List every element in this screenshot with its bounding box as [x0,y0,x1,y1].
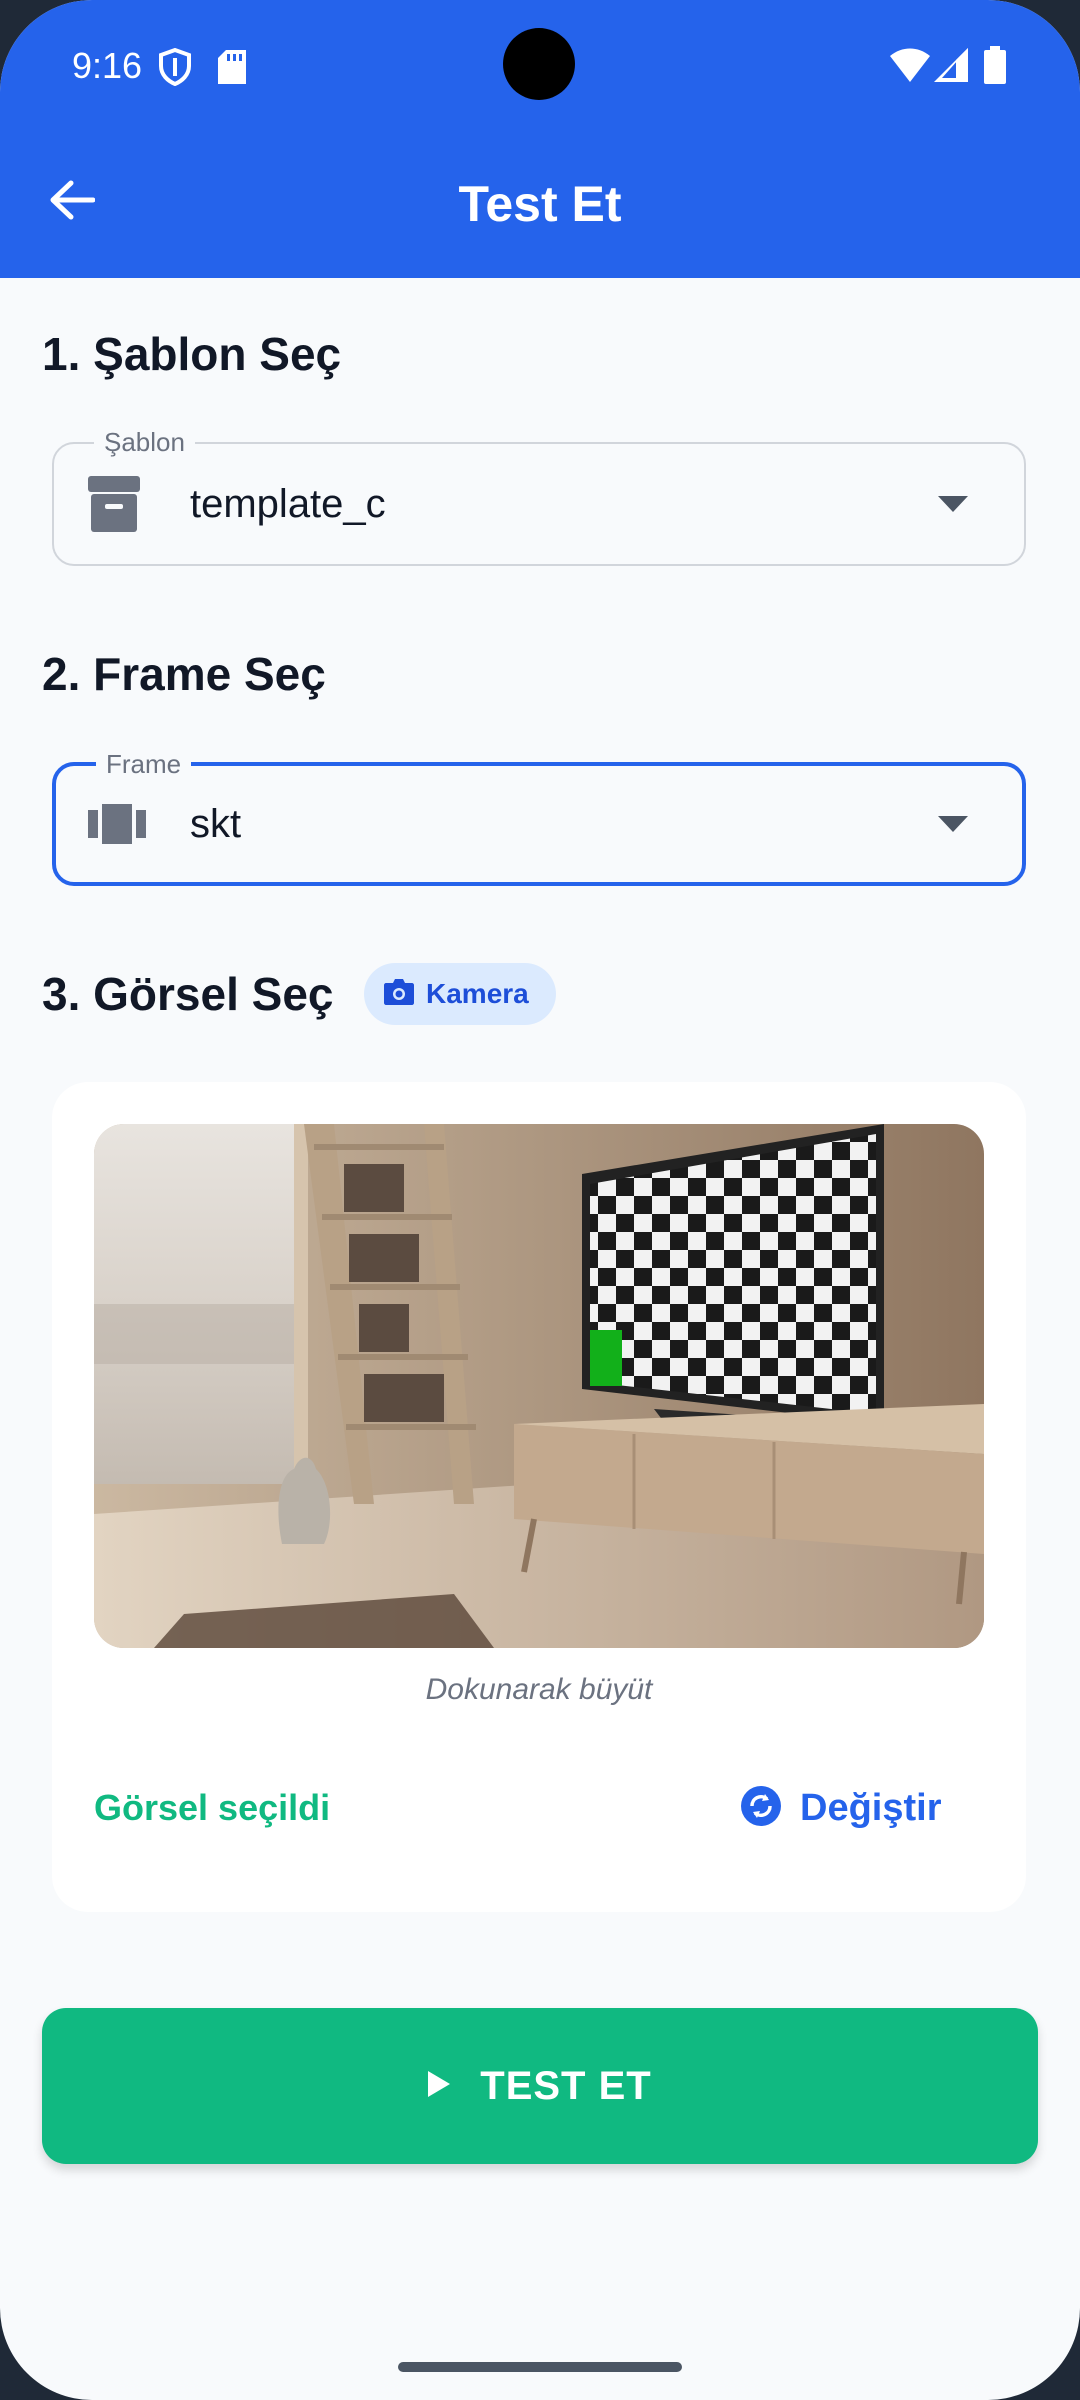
chevron-down-icon [938,816,968,837]
template-value: template_c [190,482,386,526]
template-section-title: 1. Şablon Seç [42,328,342,380]
archive-box-icon [88,476,140,537]
change-image-label: Değiştir [800,1786,942,1829]
camera-chip-label: Kamera [426,978,529,1009]
frame-field-label: Frame [96,749,192,779]
sync-icon [740,1785,782,1832]
frame-section-title: 2. Frame Seç [42,648,326,700]
view-carousel-icon [88,796,146,849]
status-time: 9:16 [72,45,143,86]
screen: 9:16 Test Et 1. Şablon Seç Şablon templa… [0,0,1080,2400]
battery-icon [984,46,1006,89]
camera-chip[interactable]: Kamera [364,963,556,1025]
selected-image-preview[interactable] [94,1124,984,1648]
wifi-icon [890,48,930,87]
image-selected-status: Görsel seçildi [94,1787,331,1828]
image-section-title: 3. Görsel Seç [42,968,334,1020]
tap-to-zoom-hint: Dokunarak büyüt [425,1673,653,1706]
play-icon [428,2070,451,2102]
chevron-down-icon [938,496,968,517]
home-indicator[interactable] [398,2362,682,2372]
test-button-label: TEST ET [480,2063,652,2108]
change-image-button[interactable]: Değiştir [740,1776,960,1840]
image-card: Dokunarak büyüt Görsel seçildi Değiştir [52,1082,1026,1912]
frame-dropdown[interactable]: Frame skt [52,749,1026,886]
test-button[interactable]: TEST ET [42,2008,1038,2164]
signal-icon [934,48,968,87]
page-title: Test Et [458,176,622,232]
camera-icon [384,978,414,1010]
shield-icon [158,47,192,91]
sd-card-icon [218,50,246,89]
template-dropdown[interactable]: Şablon template_c [52,427,1026,566]
template-field-label: Şablon [94,427,195,457]
app-bar: 9:16 Test Et [0,0,1080,278]
frame-value: skt [190,802,242,846]
front-camera [503,28,575,100]
